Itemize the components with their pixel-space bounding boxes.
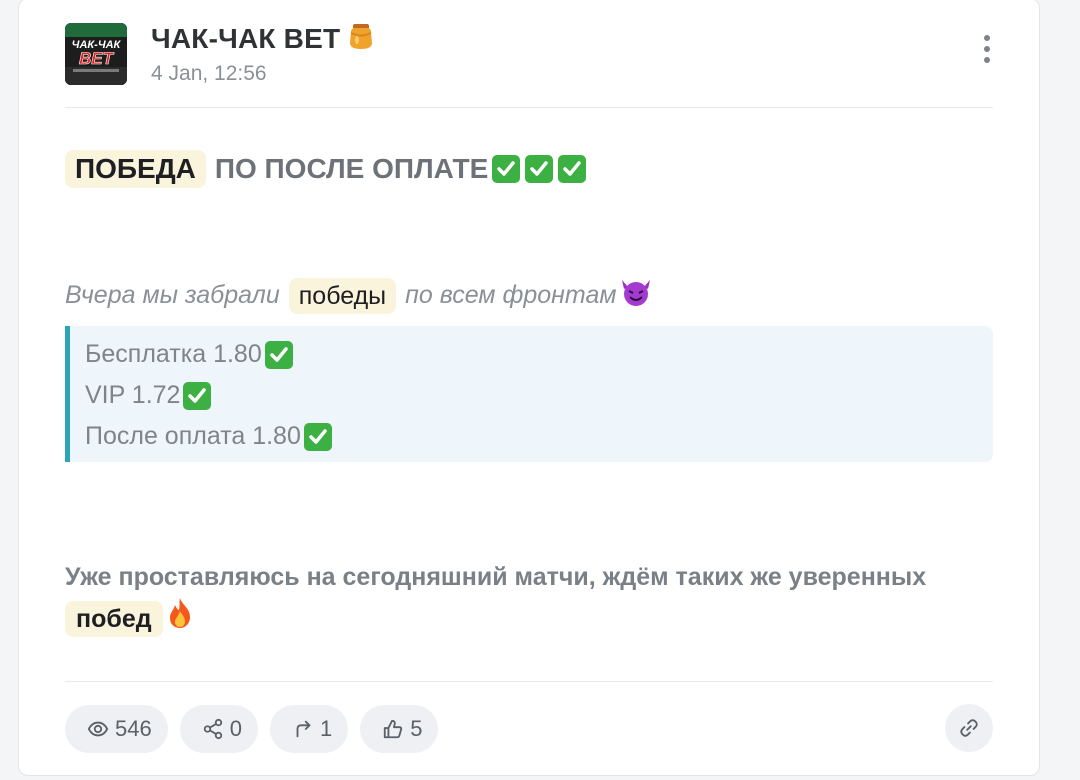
headline-text: ПО ПОСЛЕ ОПЛАТЕ — [214, 153, 489, 184]
copy-link-button[interactable] — [945, 704, 993, 752]
avatar-logo-image: ЧАК-ЧАК BET — [65, 23, 127, 85]
forwards-counter[interactable]: 1 — [269, 705, 349, 753]
italic-line: Вчера мы забрали победы по всем фронтам — [65, 277, 653, 314]
quote-line-text: После оплата 1.80 — [85, 422, 301, 450]
headline-highlight: ПОБЕДА — [65, 150, 206, 188]
check-mark-icon — [557, 154, 587, 184]
post-card: ЧАК-ЧАК BET ЧАК-ЧАК BET 4 Jan, 12:56 ПОБ… — [18, 0, 1040, 776]
shares-counter[interactable]: 0 — [179, 705, 258, 753]
quote-line: Бесплатка 1.80 — [85, 334, 993, 375]
italic-text-after: по всем фронтам — [405, 281, 617, 309]
likes-counter[interactable]: 5 — [360, 705, 439, 753]
avatar-bottom-text: BET — [79, 49, 115, 68]
honey-pot-icon — [346, 21, 376, 58]
forward-arrow-icon — [296, 720, 311, 738]
post-header: ЧАК-ЧАК BET ЧАК-ЧАК BET 4 Jan, 12:56 — [65, 23, 993, 108]
check-mark-icon — [491, 154, 521, 184]
italic-text-before: Вчера мы забрали — [65, 281, 280, 309]
views-counter[interactable]: 546 — [65, 705, 168, 753]
post-content: ПОБЕДА ПО ПОСЛЕ ОПЛАТЕ Вчера мы забрали … — [65, 149, 993, 637]
quote-line: После оплата 1.80 — [85, 416, 993, 457]
smiling-devil-icon — [619, 277, 653, 314]
link-icon — [960, 719, 978, 737]
check-mark-icon — [264, 340, 294, 370]
channel-avatar[interactable]: ЧАК-ЧАК BET — [65, 23, 127, 85]
footer-divider — [65, 681, 993, 682]
eye-icon — [87, 721, 109, 737]
check-mark-icon — [524, 154, 554, 184]
quote-line-text: VIP 1.72 — [85, 381, 181, 409]
views-count: 546 — [115, 716, 152, 741]
share-icon — [203, 718, 222, 740]
check-mark-icon — [182, 381, 212, 411]
channel-name-text: ЧАК-ЧАК BET — [151, 23, 341, 54]
post-date: 4 Jan, 12:56 — [151, 62, 267, 85]
quote-line: VIP 1.72 — [85, 375, 993, 416]
post-stats: 546 0 1 5 — [65, 705, 439, 753]
closing-text-line-2: побед — [65, 597, 995, 641]
thumbs-up-icon — [384, 719, 403, 739]
fire-icon — [166, 597, 194, 641]
closing-highlight: побед — [65, 601, 163, 637]
channel-name[interactable]: ЧАК-ЧАК BET — [151, 21, 376, 58]
likes-count: 5 — [410, 716, 423, 741]
quote-line-text: Бесплатка 1.80 — [85, 340, 262, 368]
forwards-count: 1 — [319, 716, 333, 741]
italic-highlight: победы — [288, 277, 397, 314]
headline: ПОБЕДА ПО ПОСЛЕ ОПЛАТЕ — [65, 149, 993, 189]
quote-block: Бесплатка 1.80 VIP 1.72 После оплата 1.8… — [65, 326, 993, 462]
shares-count: 0 — [229, 716, 242, 741]
closing-text: Уже проставляюсь на сегодняшний матчи, ж… — [65, 557, 995, 641]
check-mark-icon — [303, 422, 333, 452]
closing-text-line: Уже проставляюсь на сегодняшний матчи, ж… — [65, 563, 927, 591]
more-vertical-icon[interactable] — [981, 35, 993, 71]
